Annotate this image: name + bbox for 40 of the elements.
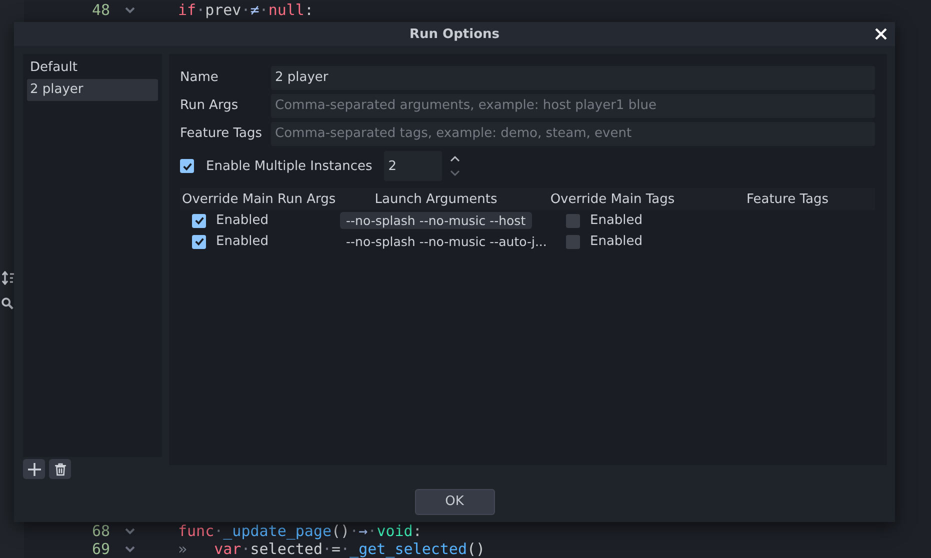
- checkbox-label: Enable Multiple Instances: [206, 158, 372, 174]
- column-header: Launch Arguments: [374, 192, 498, 206]
- text-field[interactable]: Comma-separated arguments, example: host player1 blue: [271, 94, 875, 118]
- field-label: Run Args: [180, 98, 240, 113]
- table-cell[interactable]: --no-splash --no-music --auto-j...: [340, 233, 553, 250]
- trash-icon: [54, 462, 66, 476]
- config-item[interactable]: Default: [27, 57, 158, 79]
- column-header: Override Main Tags: [549, 192, 676, 206]
- plus-icon: [28, 462, 40, 476]
- field-label: Name: [180, 70, 220, 85]
- close-icon[interactable]: [875, 28, 887, 40]
- search-icon[interactable]: [1, 297, 14, 310]
- add-button[interactable]: [23, 459, 45, 479]
- delete-button[interactable]: [49, 459, 71, 479]
- line-number: 69: [90, 540, 110, 558]
- text-field[interactable]: Comma-separated tags, example: demo, steam, event: [271, 122, 875, 146]
- line-number: 68: [90, 522, 110, 540]
- column-header: Override Main Run Args: [181, 192, 337, 206]
- table-cell[interactable]: --no-splash --no-music --host: [340, 212, 532, 229]
- checkbox-label: Enabled: [590, 234, 643, 249]
- code-line: if·prev·≠·null:: [178, 1, 314, 19]
- line-number: 48: [90, 1, 110, 19]
- checkbox[interactable]: [192, 214, 206, 228]
- checkbox[interactable]: [180, 159, 194, 173]
- number-field[interactable]: 2: [384, 151, 442, 181]
- text-field[interactable]: 2 player: [271, 66, 875, 90]
- sort-icon[interactable]: [1, 271, 15, 285]
- ok-button[interactable]: OK: [414, 488, 494, 514]
- column-header: Feature Tags: [745, 192, 830, 206]
- code-line: » var·selected·=·_get_selected(): [178, 540, 486, 558]
- config-item[interactable]: 2 player: [27, 79, 158, 101]
- checkbox-label: Enabled: [216, 213, 269, 228]
- code-line: func·_update_page()·→·void:: [178, 522, 422, 540]
- checkbox-label: Enabled: [590, 213, 643, 228]
- checkbox-label: Enabled: [216, 234, 269, 249]
- field-label: Feature Tags: [180, 126, 264, 141]
- checkbox[interactable]: [566, 214, 580, 228]
- dialog-title: Run Options: [410, 26, 500, 42]
- checkbox[interactable]: [192, 234, 206, 248]
- checkbox[interactable]: [566, 234, 580, 248]
